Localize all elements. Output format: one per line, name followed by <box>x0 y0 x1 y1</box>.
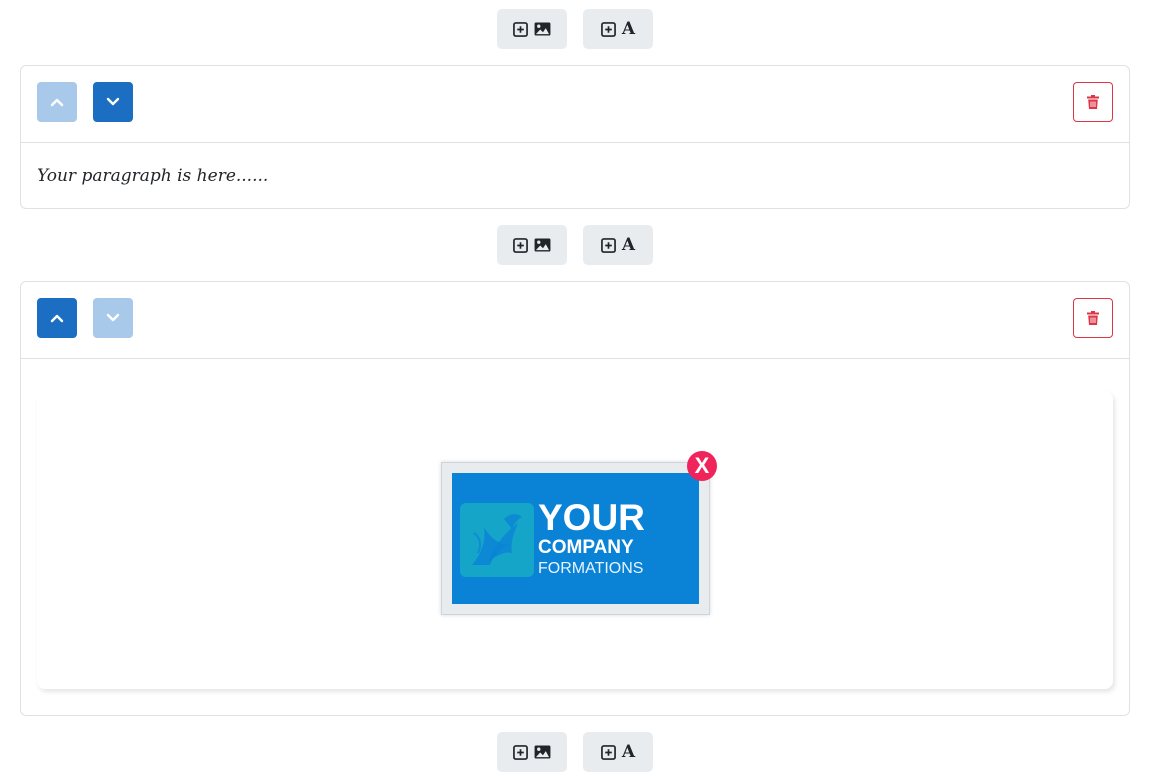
plus-square-icon <box>600 21 616 37</box>
font-icon: A <box>621 18 636 39</box>
logo-line-formations: FORMATIONS <box>538 560 644 577</box>
add-image-block-button[interactable] <box>497 732 567 772</box>
move-down-button[interactable] <box>93 298 133 338</box>
plus-square-icon <box>600 237 616 253</box>
add-image-block-button[interactable] <box>497 225 567 265</box>
font-icon: A <box>621 741 636 762</box>
image-block-card: YOUR COMPANY FORMATIONS X <box>20 281 1130 716</box>
image-icon <box>534 745 551 759</box>
chevron-up-icon <box>50 98 64 107</box>
plus-square-icon <box>600 744 616 760</box>
image-body: YOUR COMPANY FORMATIONS X <box>21 359 1129 715</box>
chevron-down-icon <box>106 313 120 322</box>
move-up-button[interactable] <box>37 298 77 338</box>
add-text-block-button[interactable]: A <box>583 225 653 265</box>
company-logo-image: YOUR COMPANY FORMATIONS <box>452 473 699 604</box>
move-up-button[interactable] <box>37 82 77 122</box>
add-image-block-button[interactable] <box>497 9 567 49</box>
trash-icon <box>1087 95 1099 109</box>
logo-wordmark: YOUR COMPANY FORMATIONS <box>538 499 645 579</box>
remove-image-button[interactable]: X <box>687 451 717 481</box>
add-block-toolbar-middle: A <box>0 225 1150 265</box>
phoenix-emblem <box>460 503 534 577</box>
paragraph-body: Your paragraph is here...... <box>21 143 1129 208</box>
add-block-toolbar-bottom: A <box>0 732 1150 772</box>
add-block-toolbar-top: A <box>0 9 1150 49</box>
add-text-block-button[interactable]: A <box>583 732 653 772</box>
block-header <box>21 66 1129 143</box>
plus-square-icon <box>513 21 528 37</box>
delete-block-button[interactable] <box>1073 298 1113 338</box>
image-thumbnail: YOUR COMPANY FORMATIONS <box>441 462 710 615</box>
paragraph-block-card: Your paragraph is here...... <box>20 65 1130 209</box>
font-icon: A <box>621 234 636 255</box>
paragraph-text[interactable]: Your paragraph is here...... <box>37 166 268 186</box>
block-header <box>21 282 1129 359</box>
chevron-up-icon <box>50 314 64 323</box>
trash-icon <box>1087 311 1099 325</box>
chevron-down-icon <box>106 97 120 106</box>
image-icon <box>534 22 551 36</box>
logo-line-your: YOUR <box>538 497 645 538</box>
logo-line-company: COMPANY <box>538 537 634 558</box>
image-icon <box>534 238 551 252</box>
plus-square-icon <box>513 744 528 760</box>
move-down-button[interactable] <box>93 82 133 122</box>
delete-block-button[interactable] <box>1073 82 1113 122</box>
plus-square-icon <box>513 237 528 253</box>
add-text-block-button[interactable]: A <box>583 9 653 49</box>
